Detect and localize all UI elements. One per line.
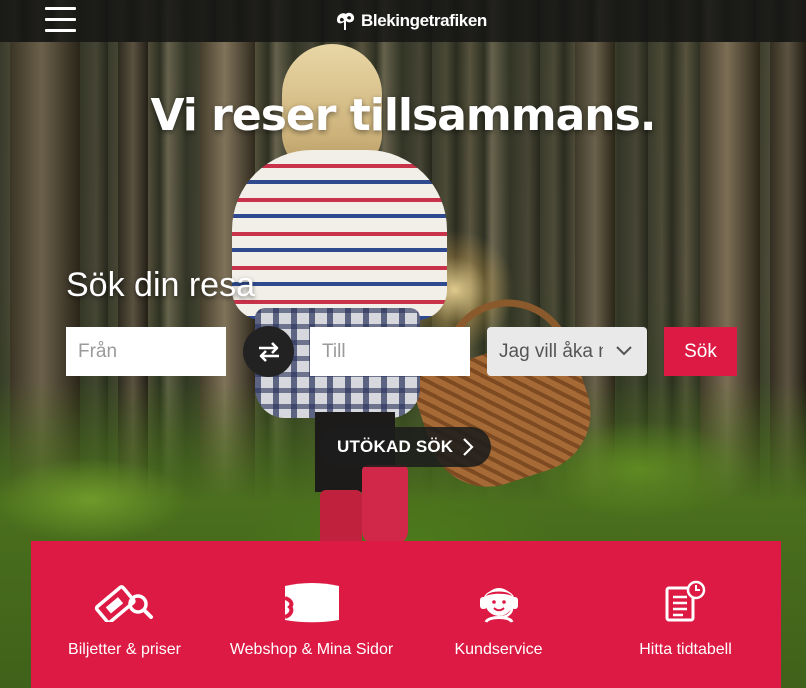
quick-link-label: Kundservice	[454, 641, 543, 658]
from-input[interactable]	[66, 327, 226, 376]
search-title: Sök din resa	[66, 266, 255, 304]
hamburger-menu-icon[interactable]	[44, 5, 78, 35]
site-logo[interactable]: Blekingetrafiken	[333, 8, 487, 34]
quick-link-label: Webshop & Mina Sidor	[229, 641, 394, 658]
logo-icon	[337, 12, 355, 30]
quick-link-timetable[interactable]: Hitta tidtabell	[592, 541, 779, 688]
swap-arrows-icon	[258, 341, 279, 362]
advanced-search-button[interactable]: UTÖKAD SÖK	[319, 427, 491, 467]
quick-link-tickets[interactable]: Biljetter & priser	[31, 541, 218, 688]
search-button[interactable]: Sök	[664, 327, 737, 376]
quick-link-label: Hitta tidtabell	[639, 641, 732, 658]
quick-link-webshop[interactable]: Webshop & Mina Sidor	[218, 541, 405, 688]
card-icon	[283, 583, 339, 623]
chevron-right-icon	[463, 438, 474, 456]
red-boot	[362, 465, 408, 545]
ticket-search-icon	[94, 585, 153, 622]
menu-line	[45, 29, 76, 32]
girl-sweater	[232, 150, 447, 320]
hero-headline: Vi reser tillsammans.	[150, 90, 656, 141]
timetable-clock-icon	[665, 580, 705, 622]
logo-text: Blekingetrafiken	[361, 11, 487, 30]
quick-link-customer-service[interactable]: Kundservice	[405, 541, 592, 688]
to-input[interactable]	[310, 327, 470, 376]
menu-line	[45, 7, 76, 10]
headset-person-icon	[479, 588, 518, 623]
swap-button[interactable]	[243, 326, 294, 377]
select-value: Jag vill åka nu	[499, 340, 603, 362]
menu-line	[45, 18, 76, 21]
quick-link-label: Biljetter & priser	[68, 641, 181, 658]
chevron-down-icon	[616, 346, 632, 356]
departure-time-select[interactable]: Jag vill åka nu	[487, 327, 647, 376]
top-bar: Blekingetrafiken	[0, 0, 806, 42]
quick-links-panel: Biljetter & priser Webshop & Mina Sidor	[31, 541, 781, 688]
advanced-search-label: UTÖKAD SÖK	[337, 437, 454, 456]
